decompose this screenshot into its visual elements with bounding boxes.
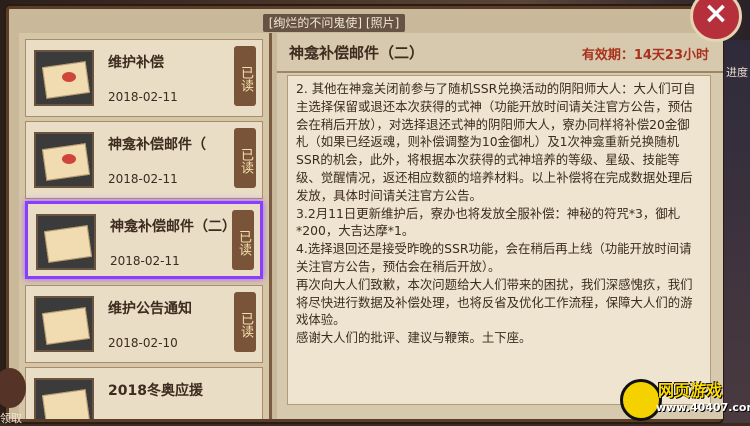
mail-detail: 神龛补偿邮件（二） 有效期：14天23小时 2. 其他在神龛关闭前参与了随机SS… — [277, 33, 723, 419]
envelope-icon — [34, 132, 94, 188]
detail-title: 神龛补偿邮件（二） — [289, 44, 425, 62]
mail-item[interactable]: 神龛补偿邮件（ 2018-02-11 已读 — [25, 121, 263, 199]
mail-list[interactable]: 维护补偿 2018-02-11 已读 神龛补偿邮件（ 2018-02-11 已读… — [19, 33, 272, 419]
mail-item[interactable]: 维护补偿 2018-02-11 已读 — [25, 39, 263, 117]
claim-label[interactable]: 领取 — [0, 410, 22, 426]
mail-item-title: 维护公告通知 — [108, 301, 192, 317]
right-side-label: 进度 — [726, 66, 748, 79]
mail-item-title: 2018冬奥应援 — [108, 383, 203, 399]
body-paragraph: 再次向大人们致歉，本次问题给大人们带来的困扰，我们深感愧疚，我们将尽快进行数据及… — [296, 276, 693, 328]
mail-item[interactable]: 维护公告通知 2018-02-10 已读 — [25, 285, 263, 363]
mail-body[interactable]: 2. 其他在神龛关闭前参与了随机SSR兑换活动的阴阳师大人：大人们可自主选择保留… — [287, 75, 711, 405]
validity-label: 有效期：14天23小时 — [581, 48, 709, 63]
mail-window: [绚烂的不问鬼使] [照片] 维护补偿 2018-02-11 已读 神龛补偿邮件… — [6, 6, 723, 422]
read-tag: 已读 — [234, 46, 256, 106]
read-tag: 已读 — [234, 292, 256, 352]
envelope-icon — [36, 214, 96, 270]
mail-item-title: 神龛补偿邮件（ — [108, 137, 206, 153]
body-paragraph: 2. 其他在神龛关闭前参与了随机SSR兑换活动的阴阳师大人：大人们可自主选择保留… — [296, 81, 696, 203]
mail-item-date: 2018-02-11 — [108, 90, 178, 104]
read-tag: 已读 — [234, 128, 256, 188]
window-title: [绚烂的不问鬼使] [照片] — [244, 13, 424, 33]
mail-item-date: 2018-02-11 — [108, 172, 178, 186]
watermark-title: 网页游戏 — [658, 381, 723, 400]
watermark-url: www.40407.com — [656, 401, 750, 414]
watermark-logo: 网页游戏 www.40407.com — [612, 375, 750, 423]
detail-header: 神龛补偿邮件（二） 有效期：14天23小时 — [277, 33, 723, 73]
mail-item-title: 维护补偿 — [108, 55, 164, 71]
body-paragraph: 4.选择退回还是接受昨晚的SSR功能，会在稍后再上线（功能开放时间请关注官方公告… — [296, 241, 692, 274]
read-tag: 已读 — [232, 210, 254, 270]
mail-item-date: 2018-02-11 — [110, 254, 180, 268]
mail-item-date: 2018-02-10 — [108, 336, 178, 350]
envelope-icon — [34, 296, 94, 352]
mail-item[interactable]: 2018冬奥应援 — [25, 367, 263, 419]
logo-face-icon — [620, 379, 662, 421]
mail-item-selected[interactable]: 神龛补偿邮件（二） 2018-02-11 已读 — [25, 201, 263, 279]
body-paragraph: 感谢大人们的批评、建议与鞭策。土下座。 — [296, 330, 532, 346]
envelope-icon — [34, 378, 94, 419]
body-paragraph: 3.2月11日更新维护后，寮办也将发放全服补偿：神秘的符咒*3，御札*200，大… — [296, 205, 681, 239]
mail-item-title: 神龛补偿邮件（二） — [110, 219, 236, 235]
envelope-icon — [34, 50, 94, 106]
